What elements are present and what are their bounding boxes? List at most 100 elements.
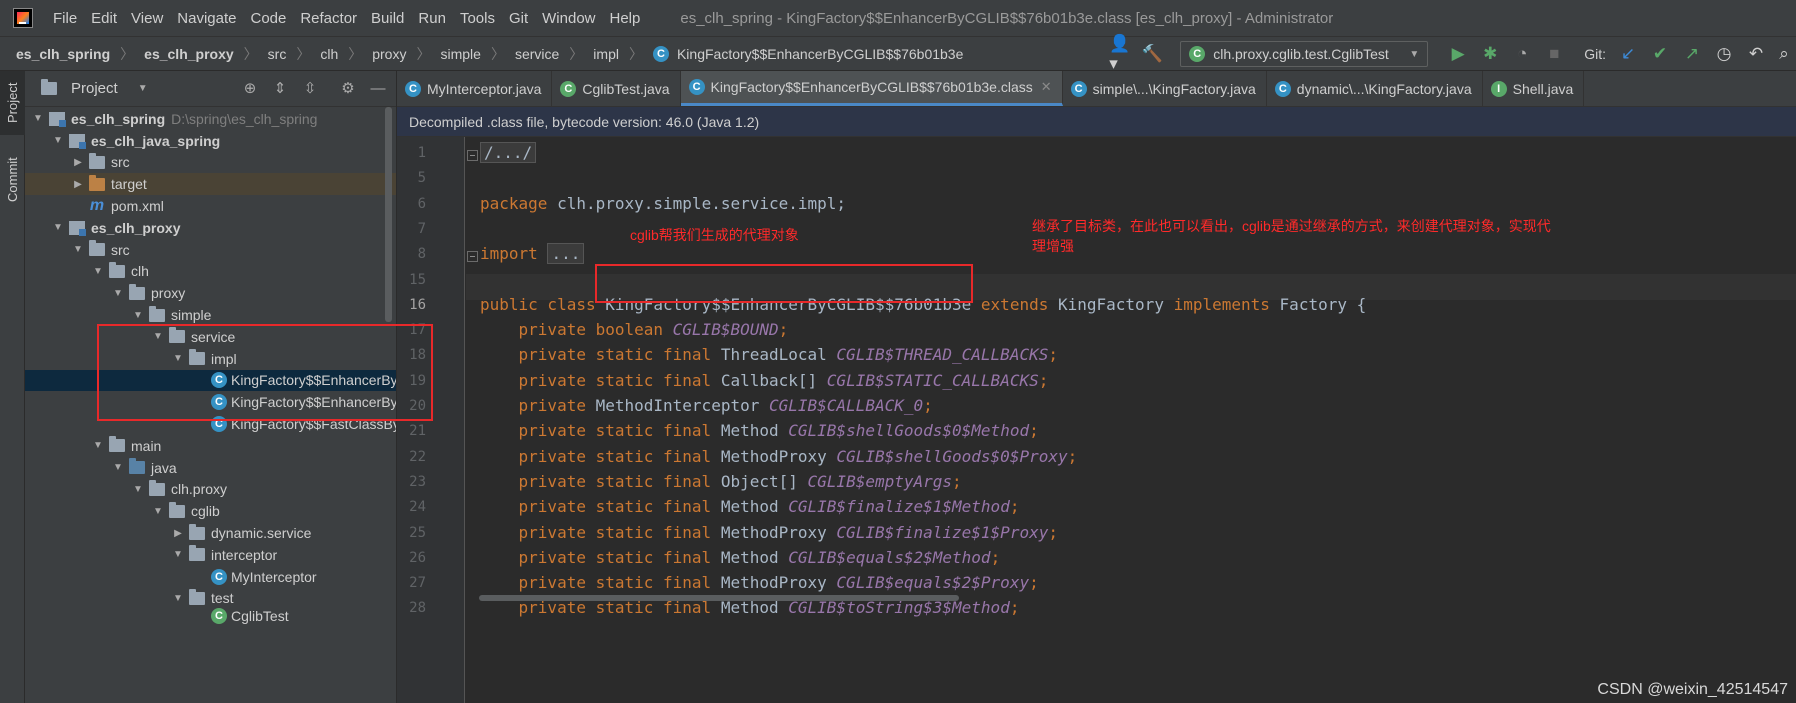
chevron-down-icon[interactable]: ▼ [51,222,65,233]
breadcrumb-src[interactable]: src [268,46,287,62]
tree-item-es-clh-java-spring[interactable]: ▼ es_clh_java_spring [25,130,396,152]
menu-tools[interactable]: Tools [460,10,495,27]
project-tool-button[interactable]: Project [0,71,25,135]
breadcrumb-clh[interactable]: clh [320,46,338,62]
code-line[interactable]: private static final MethodProxy CGLIB$e… [480,573,1039,592]
tree-item-java[interactable]: ▼ java [25,457,396,479]
menu-build[interactable]: Build [371,10,404,27]
chevron-down-icon[interactable]: ▼ [71,244,85,255]
code-line[interactable]: private static final Method CGLIB$finali… [480,497,1020,516]
code-line[interactable]: import ... [480,243,585,265]
chevron-down-icon[interactable]: ▼ [91,266,105,277]
run-icon[interactable]: ▶ [1447,43,1469,65]
menu-navigate[interactable]: Navigate [177,10,236,27]
git-update-icon[interactable]: ↙ [1617,43,1639,65]
tree-item-cglib[interactable]: ▼ cglib [25,500,396,522]
folded-block[interactable]: /.../ [480,142,537,163]
code-line[interactable]: private boolean CGLIB$BOUND; [480,320,789,339]
tab-simple-kingfactory[interactable]: Csimple\...\KingFactory.java [1063,71,1267,106]
code-line[interactable]: private static final Method CGLIB$shellG… [480,421,1039,440]
debug-icon[interactable]: ✱ [1479,43,1501,65]
editor-horizontal-scrollbar[interactable] [397,592,1796,603]
folded-block[interactable]: ... [547,243,585,265]
breadcrumb-class[interactable]: KingFactory$$EnhancerByCGLIB$$76b01b3e [677,46,963,62]
breadcrumb-service[interactable]: service [515,46,559,62]
chevron-down-icon[interactable]: ▼ [111,288,125,299]
scrollbar-thumb[interactable] [479,595,959,601]
close-icon[interactable]: ✕ [1041,79,1052,95]
tab-myinterceptor[interactable]: C MyInterceptor.java [397,71,553,106]
chevron-down-icon[interactable]: ▼ [171,593,185,604]
tab-shell[interactable]: I Shell.java [1483,71,1585,106]
tree-item-target[interactable]: ▶ target [25,173,396,196]
menu-git[interactable]: Git [509,10,528,27]
chevron-down-icon[interactable]: ▼ [151,506,165,517]
tab-enhancer-class[interactable]: C KingFactory$$EnhancerByCGLIB$$76b01b3e.… [680,71,1063,106]
project-panel-title[interactable]: Project [71,80,118,97]
tab-dynamic-kingfactory[interactable]: Cdynamic\...\KingFactory.java [1267,71,1483,106]
tree-item-es-clh-proxy[interactable]: ▼ es_clh_proxy [25,217,396,239]
code-line[interactable]: private static final MethodProxy CGLIB$s… [480,447,1078,466]
project-panel-scrollbar[interactable] [385,107,392,322]
search-everywhere-icon[interactable]: ⌕ [1777,43,1791,65]
git-commit-icon[interactable]: ✔ [1649,43,1671,65]
code-line[interactable]: /.../ [480,142,537,163]
tree-item-myinterceptor[interactable]: C MyInterceptor [25,566,396,588]
code-line[interactable]: private static final Callback[] CGLIB$ST… [480,371,1049,390]
locate-icon[interactable]: ⊕ [240,79,260,99]
commit-tool-button[interactable]: Commit [0,147,25,213]
tab-cglibtest[interactable]: C CglibTest.java [552,71,681,106]
chevron-right-icon[interactable]: ▶ [71,157,85,168]
tree-item-clh[interactable]: ▼ clh [25,261,396,283]
expand-all-icon[interactable]: ⇕ [270,79,290,99]
chevron-down-icon[interactable]: ▼ [131,484,145,495]
coverage-icon[interactable]: ◔ [1511,43,1533,65]
code-line[interactable]: private MethodInterceptor CGLIB$CALLBACK… [480,396,933,415]
code-line[interactable]: private static final MethodProxy CGLIB$f… [480,523,1058,542]
code-line[interactable]: package clh.proxy.simple.service.impl; [480,194,846,213]
fold-toggle-icon[interactable] [467,150,478,161]
rollback-icon[interactable]: ↶ [1745,43,1767,65]
tree-item-dynamic-service[interactable]: ▶ dynamic.service [25,522,396,544]
tree-item-main[interactable]: ▼ main [25,435,396,457]
git-push-icon[interactable]: ↗ [1681,43,1703,65]
chevron-down-icon[interactable]: ▼ [131,310,145,321]
tree-item-interceptor[interactable]: ▼ interceptor [25,544,396,566]
tree-item-pom[interactable]: m pom.xml [25,195,396,217]
menu-run[interactable]: Run [418,10,446,27]
menu-edit[interactable]: Edit [91,10,117,27]
chevron-down-icon[interactable]: ▼ [111,462,125,473]
chevron-down-icon[interactable]: ▼ [91,440,105,451]
chevron-down-icon[interactable]: ▼ [51,135,65,146]
menu-code[interactable]: Code [250,10,286,27]
collapse-all-icon[interactable]: ⇳ [300,79,320,99]
stop-icon[interactable]: ■ [1543,43,1565,65]
tree-item-proxy[interactable]: ▼ proxy [25,282,396,304]
menu-view[interactable]: View [131,10,163,27]
menu-file[interactable]: File [53,10,77,27]
hammer-icon[interactable]: 🔨 [1141,43,1163,65]
chevron-down-icon[interactable]: ▼ [171,549,185,560]
history-icon[interactable]: ◷ [1713,43,1735,65]
user-icon[interactable]: 👤▾ [1109,34,1131,73]
chevron-down-icon[interactable]: ▼ [31,113,45,124]
breadcrumb-project[interactable]: es_clh_spring [16,46,110,62]
tree-item-simple[interactable]: ▼ simple [25,304,396,326]
tree-item-es-clh-spring[interactable]: ▼ es_clh_spring D:\spring\es_clh_spring [25,108,396,130]
code-line[interactable]: private static final ThreadLocal CGLIB$T… [480,345,1058,364]
tree-item-clh-proxy[interactable]: ▼ clh.proxy [25,479,396,501]
menu-help[interactable]: Help [610,10,641,27]
tree-item-cglibtest[interactable]: C CglibTest [25,605,396,627]
breadcrumb-proxy[interactable]: proxy [372,46,406,62]
chevron-right-icon[interactable]: ▶ [171,528,185,539]
chevron-right-icon[interactable]: ▶ [71,179,85,190]
fold-toggle-icon[interactable] [467,251,478,263]
chevron-down-icon[interactable]: ▼ [138,83,148,94]
menu-window[interactable]: Window [542,10,595,27]
tree-item-src[interactable]: ▶ src [25,152,396,174]
gear-icon[interactable]: ⚙ [338,79,358,99]
breadcrumb-impl[interactable]: impl [593,46,619,62]
minimize-icon[interactable]: — [368,79,388,99]
tree-item-src[interactable]: ▼ src [25,239,396,261]
breadcrumb-module[interactable]: es_clh_proxy [144,46,234,62]
